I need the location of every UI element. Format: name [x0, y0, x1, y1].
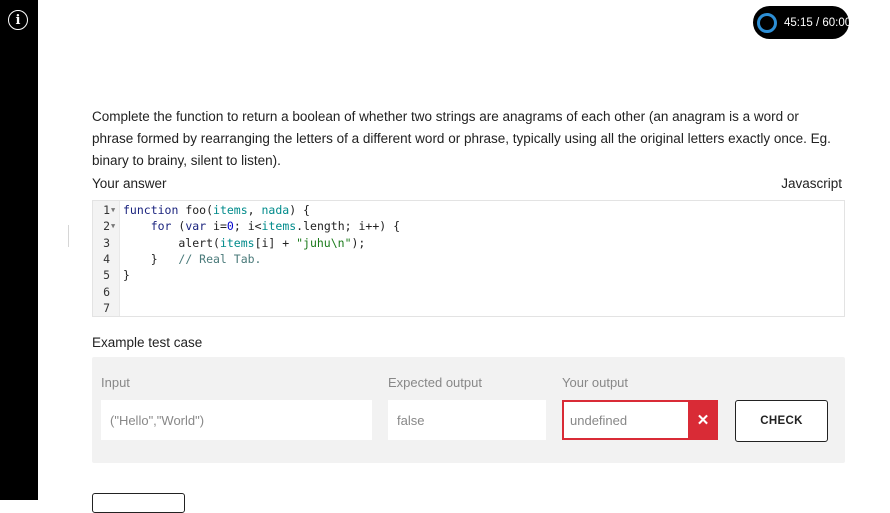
line-number: 4 [103, 251, 110, 266]
line-number: 7 [103, 300, 110, 315]
code-text: } [123, 268, 130, 283]
code-lines[interactable]: 1 ▼ function foo(items, nada) {2 ▼ for (var… [93, 201, 844, 316]
left-sidebar: i [0, 0, 38, 500]
code-line[interactable]: 2 ▼ for (var i=0; i<items.length; i++) { [93, 218, 844, 234]
fold-arrow-icon[interactable]: ▼ [111, 218, 115, 234]
code-line[interactable]: 3 alert(items[i] + "juhu\n"); [93, 235, 844, 251]
your-output-field: undefined [562, 400, 690, 440]
indent-guide [68, 225, 69, 247]
fold-arrow-icon[interactable]: ▼ [111, 202, 115, 218]
code-text: alert(items[i] + "juhu\n"); [123, 235, 366, 250]
code-line[interactable]: 5} [93, 267, 844, 283]
line-number: 3 [103, 235, 110, 250]
language-label: Javascript [781, 176, 842, 191]
input-field: ("Hello","World") [101, 400, 372, 440]
expected-output-label: Expected output [388, 375, 482, 390]
code-text: function foo(items, nada) { [123, 203, 310, 217]
timer-ring-icon [757, 12, 777, 33]
your-output-label: Your output [562, 375, 629, 390]
code-line[interactable]: 4 } // Real Tab. [93, 251, 844, 267]
line-number: 5 [103, 268, 110, 283]
line-number: 1 [103, 203, 110, 217]
code-editor[interactable]: 1 ▼ function foo(items, nada) {2 ▼ for (var… [92, 200, 845, 317]
code-text: } // Real Tab. [123, 251, 262, 266]
timer-badge: 45:15 / 60:00 [753, 6, 852, 39]
expected-output-field: false [388, 400, 546, 440]
error-x-icon: ✕ [688, 400, 718, 440]
info-icon[interactable]: i [8, 10, 28, 30]
line-number: 2 [103, 219, 110, 234]
example-test-label: Example test case [92, 335, 203, 350]
answer-label: Your answer [92, 176, 167, 191]
input-label: Input [101, 375, 130, 390]
question-text: Complete the function to return a boolea… [92, 109, 831, 168]
timer-text: 45:15 / 60:00 [784, 16, 852, 29]
line-number: 6 [103, 284, 110, 299]
code-line[interactable]: 6 [93, 284, 844, 300]
check-button[interactable]: CHECK [735, 400, 828, 442]
code-line[interactable]: 7 [93, 300, 844, 316]
code-line[interactable]: 1 ▼ function foo(items, nada) { [93, 202, 844, 218]
submit-button[interactable] [92, 493, 185, 513]
test-case-panel: Input Expected output Your output ("Hell… [92, 357, 845, 463]
code-text: for (var i=0; i<items.length; i++) { [150, 219, 401, 234]
